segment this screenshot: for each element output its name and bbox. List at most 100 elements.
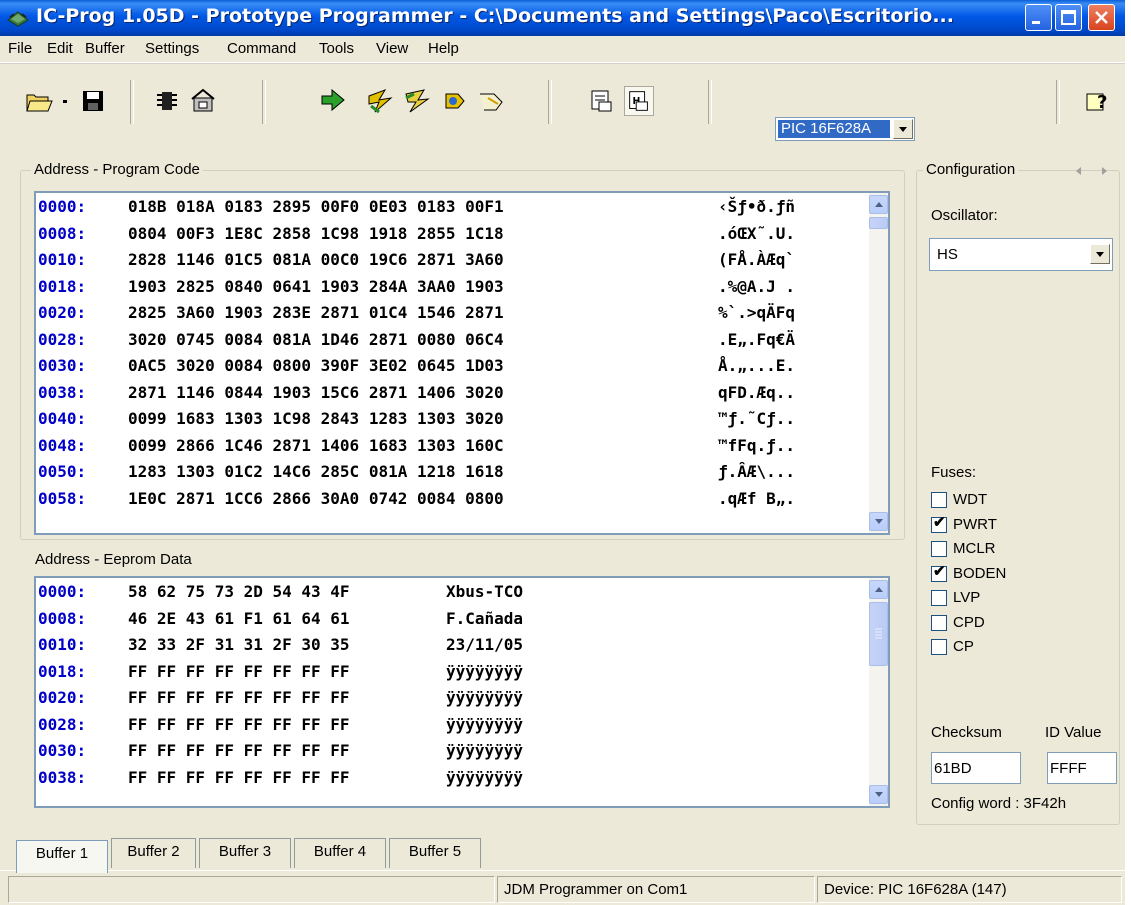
row-ascii[interactable]: 23/11/05: [446, 633, 523, 657]
row-ascii[interactable]: .E„.Fq€Ä: [718, 328, 795, 352]
menu-file[interactable]: File: [8, 40, 32, 57]
checkbox[interactable]: [931, 492, 947, 508]
checkbox[interactable]: [931, 614, 947, 631]
menu-command[interactable]: Command: [227, 40, 296, 57]
eeprom-scrollbar[interactable]: [869, 578, 888, 806]
row-data[interactable]: 0099 1683 1303 1C98 2843 1283 1303 3020: [128, 407, 504, 431]
view-hex-icon[interactable]: H: [624, 86, 654, 116]
row-ascii[interactable]: .%@A.J .: [718, 275, 795, 299]
row-ascii[interactable]: ™ƒ.˜Cƒ..: [718, 407, 795, 431]
scroll-thumb[interactable]: [869, 602, 888, 666]
row-data[interactable]: 0099 2866 1C46 2871 1406 1683 1303 160C: [128, 434, 504, 458]
save-icon[interactable]: [78, 86, 108, 116]
row-data[interactable]: 1283 1303 01C2 14C6 285C 081A 1218 1618: [128, 460, 504, 484]
tab-buffer-2[interactable]: Buffer 2: [111, 838, 196, 868]
menu-edit[interactable]: Edit: [47, 40, 73, 57]
oscillator-select[interactable]: HS: [929, 238, 1113, 271]
checkbox[interactable]: [931, 590, 947, 606]
menu-buffer[interactable]: Buffer: [85, 40, 125, 57]
row-data[interactable]: 58 62 75 73 2D 54 43 4F: [128, 580, 350, 604]
fuse-label: CPD: [953, 613, 985, 631]
row-data[interactable]: 2825 3A60 1903 283E 2871 01C4 1546 2871: [128, 301, 504, 325]
open-icon[interactable]: [24, 86, 54, 116]
row-ascii[interactable]: (FÅ.ÀÆq`: [718, 248, 795, 272]
status-device: Device: PIC 16F628A (147): [817, 876, 1122, 903]
verify-icon[interactable]: [440, 86, 470, 116]
tab-buffer-1[interactable]: Buffer 1: [16, 840, 108, 873]
row-data[interactable]: 2828 1146 01C5 081A 00C0 19C6 2871 3A60: [128, 248, 504, 272]
close-button[interactable]: [1088, 4, 1115, 31]
title-bar[interactable]: IC-Prog 1.05D - Prototype Programmer - C…: [0, 0, 1125, 36]
row-ascii[interactable]: ‹Šƒ•ð.ƒñ: [718, 195, 795, 219]
menu-view[interactable]: View: [376, 40, 408, 57]
scroll-up-icon[interactable]: [869, 580, 888, 599]
tab-buffer-3[interactable]: Buffer 3: [199, 838, 291, 868]
row-data[interactable]: 0AC5 3020 0084 0800 390F 3E02 0645 1D03: [128, 354, 504, 378]
row-data[interactable]: 1903 2825 0840 0641 1903 284A 3AA0 1903: [128, 275, 504, 299]
scroll-up-icon[interactable]: [869, 195, 888, 214]
row-data[interactable]: 3020 0745 0084 081A 1D46 2871 0080 06C4: [128, 328, 504, 352]
menu-tools[interactable]: Tools: [319, 40, 354, 57]
view-asm-icon[interactable]: [587, 86, 617, 116]
row-data[interactable]: 2871 1146 0844 1903 15C6 2871 1406 3020: [128, 381, 504, 405]
row-ascii[interactable]: Å.„...E.: [718, 354, 795, 378]
chevron-down-icon[interactable]: [893, 119, 913, 139]
erase-icon[interactable]: [402, 86, 432, 116]
close-icon: [1095, 11, 1108, 24]
read-icon[interactable]: [318, 86, 348, 116]
row-ascii[interactable]: F.Cañada: [446, 607, 523, 631]
row-ascii[interactable]: ™fFq.ƒ..: [718, 434, 795, 458]
device-select[interactable]: PIC 16F628A: [775, 117, 915, 141]
tab-buffer-5[interactable]: Buffer 5: [389, 838, 481, 868]
scroll-down-icon[interactable]: [869, 785, 888, 804]
row-ascii[interactable]: ÿÿÿÿÿÿÿÿ: [446, 686, 523, 710]
maximize-button[interactable]: [1055, 4, 1082, 31]
minimize-button[interactable]: [1025, 4, 1052, 31]
eeprom-label: Address - Eeprom Data: [35, 551, 192, 568]
program-icon[interactable]: [365, 86, 395, 116]
program-code-view[interactable]: 0000: 018B 018A 0183 2895 00F0 0E03 0183 …: [34, 191, 890, 535]
chip-icon[interactable]: [152, 86, 182, 116]
menu-settings[interactable]: Settings: [145, 40, 199, 57]
row-ascii[interactable]: %`.>qÄFq: [718, 301, 795, 325]
row-ascii[interactable]: ÿÿÿÿÿÿÿÿ: [446, 739, 523, 763]
blank-check-icon[interactable]: [476, 86, 506, 116]
row-data[interactable]: FF FF FF FF FF FF FF FF: [128, 686, 350, 710]
menu-help[interactable]: Help: [428, 40, 459, 57]
id-value-field[interactable]: FFFF: [1047, 752, 1117, 784]
checkbox[interactable]: ✔: [931, 513, 947, 533]
checkbox[interactable]: ✔: [931, 563, 947, 582]
row-ascii[interactable]: ÿÿÿÿÿÿÿÿ: [446, 713, 523, 737]
row-data[interactable]: 018B 018A 0183 2895 00F0 0E03 0183 00F1: [128, 195, 504, 219]
row-ascii[interactable]: ÿÿÿÿÿÿÿÿ: [446, 660, 523, 684]
tab-buffer-4[interactable]: Buffer 4: [294, 838, 386, 868]
row-data[interactable]: FF FF FF FF FF FF FF FF: [128, 739, 350, 763]
row-data[interactable]: FF FF FF FF FF FF FF FF: [128, 766, 350, 790]
checkbox[interactable]: [931, 541, 947, 557]
row-ascii[interactable]: .óŒX˜.U.: [718, 222, 795, 246]
program-code-scrollbar[interactable]: [869, 193, 888, 533]
row-ascii[interactable]: qFD.Æq..: [718, 381, 795, 405]
window-edge: [1125, 0, 1131, 905]
checkmark-icon: ✔: [933, 513, 946, 531]
chevron-down-icon[interactable]: [1090, 244, 1110, 264]
checkbox[interactable]: [931, 639, 947, 655]
dropdown-arrow-icon[interactable]: [57, 86, 73, 116]
settings-icon[interactable]: [188, 86, 218, 116]
help-icon[interactable]: ?: [1082, 86, 1112, 116]
row-data[interactable]: FF FF FF FF FF FF FF FF: [128, 713, 350, 737]
scroll-down-icon[interactable]: [869, 512, 888, 531]
scroll-thumb[interactable]: [869, 217, 888, 229]
row-data[interactable]: 1E0C 2871 1CC6 2866 30A0 0742 0084 0800: [128, 487, 504, 511]
row-data[interactable]: 0804 00F3 1E8C 2858 1C98 1918 2855 1C18: [128, 222, 504, 246]
eeprom-view[interactable]: 0000: 58 62 75 73 2D 54 43 4F Xbus-TCO 0008…: [34, 576, 890, 808]
row-ascii[interactable]: Xbus-TCO: [446, 580, 523, 604]
row-data[interactable]: FF FF FF FF FF FF FF FF: [128, 660, 350, 684]
row-ascii[interactable]: ÿÿÿÿÿÿÿÿ: [446, 766, 523, 790]
checksum-field[interactable]: 61BD: [931, 752, 1021, 784]
row-data[interactable]: 46 2E 43 61 F1 61 64 61: [128, 607, 350, 631]
row-data[interactable]: 32 33 2F 31 31 2F 30 35: [128, 633, 350, 657]
row-ascii[interactable]: ƒ.ÂÆ\...: [718, 460, 795, 484]
fuse-label: PWRT: [953, 515, 997, 533]
row-ascii[interactable]: .qÆf B„.: [718, 487, 795, 511]
